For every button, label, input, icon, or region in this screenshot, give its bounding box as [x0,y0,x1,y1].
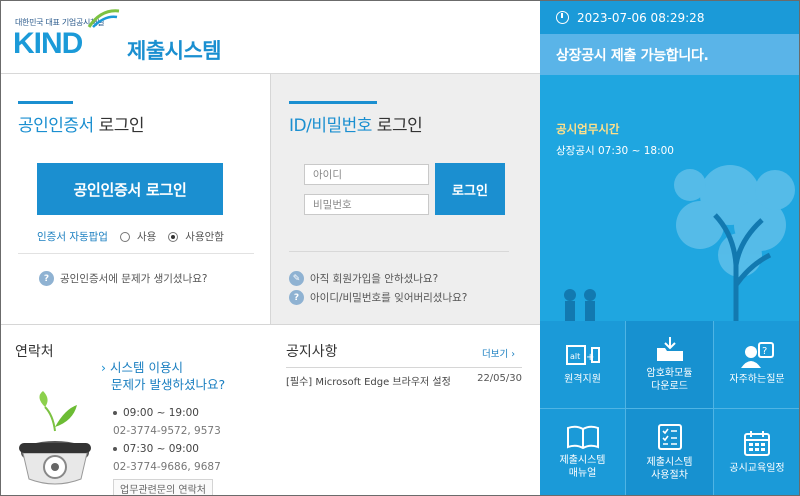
tile-manual[interactable]: 제출시스템 매뉴얼 [540,409,626,495]
contact-question: › 시스템 이용시 문제가 발생하셨나요? [101,359,225,393]
cert-login-title: 공인인증서 로그인 [18,111,145,136]
quick-menu-tiles: alt + 원격지원 암호화모듈 다운로드 ? 자주하는질문 제출시스템 매뉴얼… [540,321,799,495]
join-help-text[interactable]: 아직 회원가입을 안하셨나요? [310,271,438,286]
logo-swoosh-icon [87,9,120,28]
svg-text:?: ? [762,346,767,357]
id-login-title-highlight: ID/비밀번호 [289,116,372,136]
tile-education-schedule[interactable]: 공시교육일정 [714,409,799,495]
radio-use[interactable] [119,231,130,242]
contact-section: 연락처 › 시스템 이용시 문제가 발생하셨나요? 09:00 ~ 19:00 0… [1,325,270,495]
checklist-icon [657,424,682,450]
cert-login-button[interactable]: 공인인증서 로그인 [37,163,223,215]
kind-logo[interactable]: KIND [13,27,83,61]
cert-login-title-highlight: 공인인증서 [18,116,94,136]
tree-illustration-icon [564,165,795,321]
tile-faq-label: 자주하는질문 [729,374,785,386]
telephone-icon [19,391,91,485]
cert-help-text[interactable]: 공인인증서에 문제가 생기셨나요? [60,271,208,286]
chevron-right-icon: › [101,360,106,375]
contact-title: 연락처 [15,344,54,360]
radio-no-use-label[interactable]: 사용안함 [185,229,224,244]
hours-title: 공시업무시간 [556,122,620,136]
join-help-link[interactable]: ✎ 아직 회원가입을 안하셨나요? [289,271,438,286]
contact-time1: 09:00 ~ 19:00 [113,407,199,419]
chevron-right-icon: › [511,349,516,360]
tile-manual-label: 제출시스템 매뉴얼 [559,455,606,479]
contact-time2: 07:30 ~ 09:00 [113,443,199,455]
cert-login-title-rest: 로그인 [93,116,145,136]
datetime-text: 2023-07-06 08:29:28 [577,10,705,25]
tile-procedure[interactable]: 제출시스템 사용절차 [626,409,714,495]
id-login-title-rest: 로그인 [371,116,423,136]
notice-item-date: 22/05/30 [477,373,522,384]
id-title-bar [289,101,377,104]
radio-use-label[interactable]: 사용 [137,229,156,244]
clock-icon [556,11,569,24]
tile-procedure-label: 제출시스템 사용절차 [646,457,693,481]
location-pin-icon: ? [39,271,54,286]
download-folder-icon [656,337,683,361]
tile-faq[interactable]: ? 자주하는질문 [714,321,799,409]
id-login-title: ID/비밀번호 로그인 [289,111,423,136]
notice-section: 공지사항 더보기 › [필수] Microsoft Edge 브라우저 설정 2… [270,325,540,495]
tile-education-schedule-label: 공시교육일정 [729,463,785,475]
status-banner: 상장공시 제출 가능합니다. [540,34,799,75]
business-hours-panel: 공시업무시간 상장공시 07:30 ~ 18:00 [540,75,799,321]
password-input[interactable]: 비밀번호 [304,194,429,215]
login-button[interactable]: 로그인 [435,163,505,215]
contact-question-line1: 시스템 이용시 [110,360,183,375]
tile-encryption-download[interactable]: 암호화모듈 다운로드 [626,321,714,409]
question-icon: ? [289,290,304,305]
notice-item-title[interactable]: [필수] Microsoft Edge 브라우저 설정 [286,373,451,388]
forgot-help-text[interactable]: 아이디/비밀번호를 잊어버리셨나요? [310,290,467,305]
id-input[interactable]: 아이디 [304,164,429,185]
radio-no-use[interactable] [168,231,179,242]
kind-submission-window: 대한민국 대표 기업공시채널 KIND 제출시스템 공인인증서 로그인 공인인증… [0,0,800,496]
svg-text:alt: alt [570,352,580,361]
remote-support-icon: alt + [565,345,600,366]
panel-separator [270,74,271,325]
auto-popup-row: 인증서 자동팝업 사용 사용안함 [37,229,224,244]
forgot-help-link[interactable]: ? 아이디/비밀번호를 잊어버리셨나요? [289,290,467,305]
notice-item[interactable]: [필수] Microsoft Edge 브라우저 설정 22/05/30 [286,373,522,388]
faq-icon: ? [741,342,774,369]
notice-more-link[interactable]: 더보기 › [482,346,515,360]
tile-remote-support[interactable]: alt + 원격지원 [540,321,626,409]
contact-phone2: 02-3774-9686, 9687 [113,461,221,473]
header: 대한민국 대표 기업공시채널 KIND 제출시스템 [1,1,540,74]
cert-divider [18,253,254,254]
id-divider [289,251,509,252]
datetime-bar: 2023-07-06 08:29:28 [540,1,799,34]
tile-remote-support-label: 원격지원 [564,374,601,386]
auto-popup-label: 인증서 자동팝업 [37,231,108,243]
pencil-icon: ✎ [289,271,304,286]
cert-help-link[interactable]: ? 공인인증서에 문제가 생기셨나요? [39,271,208,286]
cert-title-bar [18,101,73,104]
tile-encryption-download-label: 암호화모듈 다운로드 [646,368,693,392]
contact-note: 업무관련문의 연락처 [113,479,213,495]
notice-title: 공지사항 [286,344,338,360]
calendar-icon [744,431,770,457]
notice-rule [286,367,522,368]
contact-phone1: 02-3774-9572, 9573 [113,425,221,437]
system-title: 제출시스템 [127,39,222,63]
manual-book-icon [566,425,599,449]
contact-question-line2: 문제가 발생하셨나요? [111,377,226,392]
